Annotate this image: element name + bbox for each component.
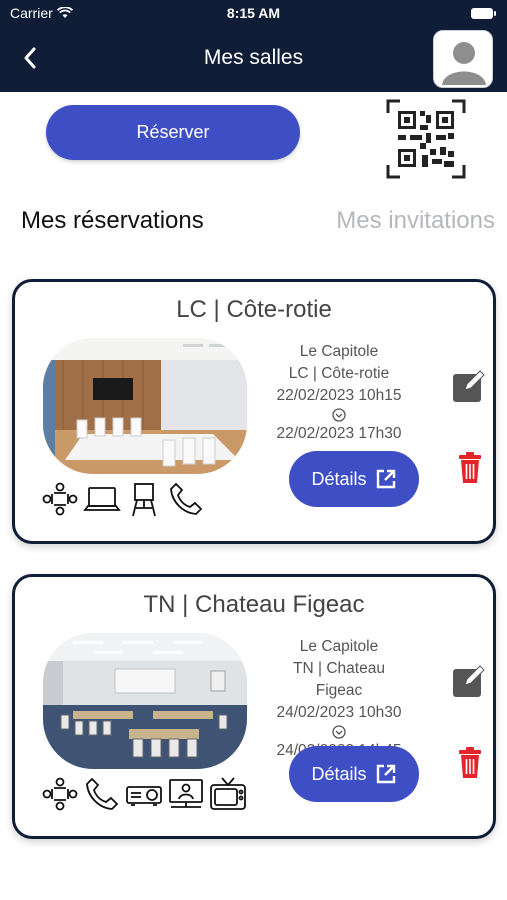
edit-button[interactable]	[451, 663, 487, 699]
room-title: TN | Chateau Figeac	[143, 591, 365, 618]
reserve-button[interactable]: Réserver	[46, 105, 300, 160]
status-bar: Carrier 8:15 AM	[10, 5, 497, 25]
details-button[interactable]: Détails	[289, 451, 419, 507]
room-photo	[43, 633, 247, 769]
reservation-info: Le Capitole TN | Chateau Figeac 24/02/20…	[271, 636, 407, 762]
chevron-down-icon	[271, 724, 407, 740]
qr-code-icon	[386, 99, 466, 179]
chevron-down-icon	[271, 407, 407, 423]
details-label: Détails	[311, 468, 367, 489]
laptop-icon	[83, 480, 121, 518]
equipment-list	[41, 476, 205, 522]
room-name: LC | Côte-rotie	[288, 365, 390, 382]
battery-icon	[471, 8, 496, 19]
tv-icon	[209, 775, 247, 813]
page-title: Mes salles	[203, 46, 304, 69]
reservation-card: TN | Chateau Figeac Le Capitole TN | Cha…	[12, 574, 496, 839]
start-datetime: 22/02/2023 10h15	[276, 387, 402, 404]
start-datetime: 24/02/2023 10h30	[276, 704, 402, 721]
external-link-icon	[376, 764, 395, 784]
delete-button[interactable]	[458, 452, 482, 484]
delete-button[interactable]	[458, 747, 482, 779]
edit-icon	[453, 665, 485, 697]
details-label: Détails	[311, 763, 367, 784]
phone-icon	[167, 480, 205, 518]
flipchart-icon	[125, 480, 163, 518]
external-link-icon	[376, 469, 395, 489]
user-icon	[434, 31, 492, 87]
end-datetime: 22/02/2023 17h30	[276, 425, 402, 442]
meeting-people-icon	[41, 480, 79, 518]
reservation-card: LC | Côte-rotie Le Capitole LC | Côte-ro…	[12, 279, 496, 544]
trash-icon	[459, 452, 481, 483]
equipment-list	[41, 771, 247, 817]
room-photo	[43, 338, 247, 474]
top-bar: Carrier 8:15 AM Mes salles	[0, 0, 507, 92]
room-name: TN | Chateau Figeac	[293, 660, 385, 699]
reservation-info: Le Capitole LC | Côte-rotie 22/02/2023 1…	[271, 341, 407, 445]
edit-icon	[453, 370, 485, 402]
meeting-people-icon	[41, 775, 79, 813]
room-title: LC | Côte-rotie	[176, 296, 332, 323]
building-name: Le Capitole	[299, 343, 379, 360]
projector-icon	[125, 775, 163, 813]
phone-icon	[83, 775, 121, 813]
clock: 8:15 AM	[226, 5, 281, 21]
qr-scan-button[interactable]	[386, 99, 466, 179]
tab-mes-invitations[interactable]: Mes invitations	[336, 207, 495, 235]
tab-mes-reservations[interactable]: Mes réservations	[21, 207, 204, 235]
edit-button[interactable]	[451, 368, 487, 404]
building-name: Le Capitole	[299, 638, 379, 655]
trash-icon	[459, 747, 481, 778]
details-button[interactable]: Détails	[289, 746, 419, 802]
avatar[interactable]	[433, 30, 493, 88]
videoconference-icon	[167, 775, 205, 813]
